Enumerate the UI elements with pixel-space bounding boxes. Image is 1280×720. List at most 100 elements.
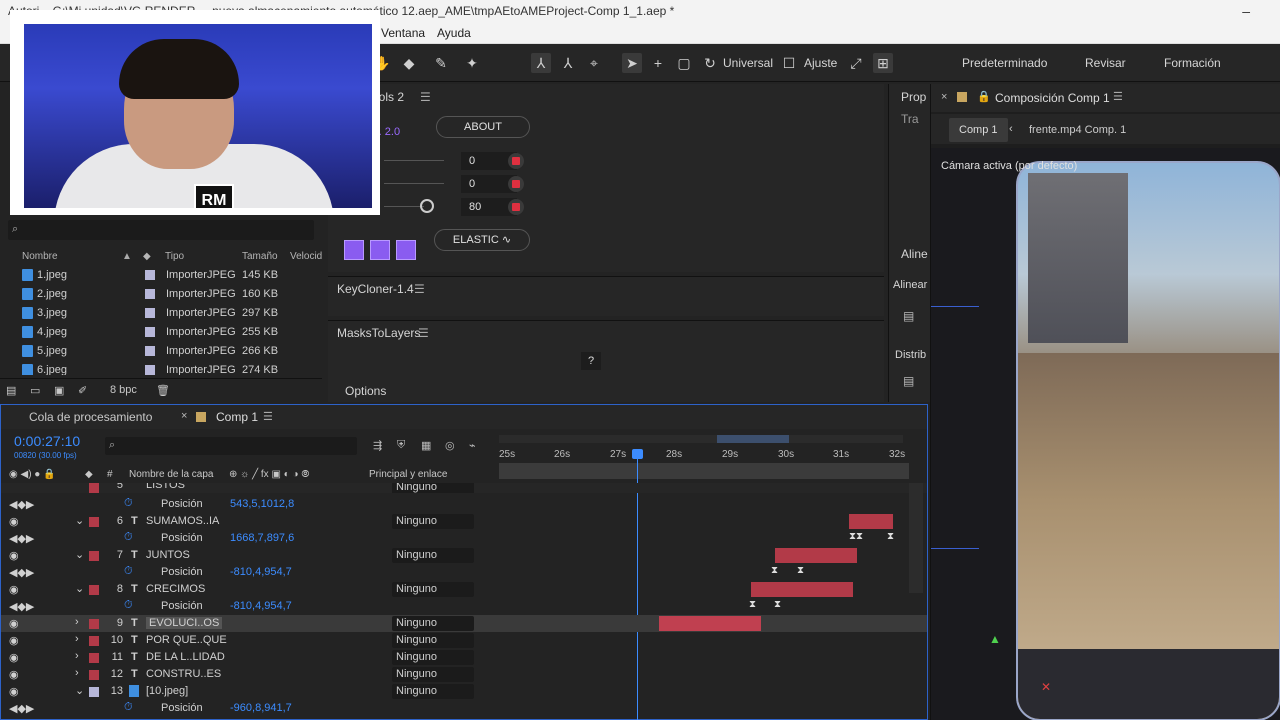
tab-comp1[interactable]: Comp 1 — [216, 410, 258, 424]
keyframe-icon[interactable]: ⧗⧗ — [849, 531, 863, 542]
project-item[interactable]: 2.jpeg ImporterJPEG 160 KB — [0, 285, 322, 304]
ajuste-label[interactable]: Ajuste — [804, 56, 837, 70]
align-icon[interactable]: ▤ — [903, 309, 914, 323]
parent-dropdown[interactable]: Ninguno — [392, 650, 474, 665]
col-name-header[interactable]: Nombre — [22, 251, 58, 262]
record-button-3[interactable] — [508, 199, 524, 215]
graph-editor-icon[interactable]: ⌁ — [469, 439, 476, 452]
menu-icon[interactable]: ☰ — [414, 282, 425, 296]
layer-row[interactable]: ◉ ⌄ 7 T JUNTOS Ninguno — [1, 547, 927, 564]
tab-render-queue[interactable]: Cola de procesamiento — [29, 410, 152, 424]
snap-icon[interactable]: ⤢ — [846, 53, 866, 73]
eye-icon[interactable]: ◉ — [9, 549, 19, 562]
chevron-down-icon[interactable]: ⌄ — [75, 514, 84, 527]
parent-header[interactable]: Principal y enlace — [369, 469, 447, 480]
property-row[interactable]: ◀◆▶ ⏱ Posición -810,4,954,7 ⧗ ⧗ — [1, 598, 927, 615]
adjust-icon[interactable]: ✐ — [78, 384, 87, 397]
options-label[interactable]: Options — [345, 384, 386, 398]
layer-label-color[interactable] — [89, 670, 99, 680]
label-color[interactable] — [145, 327, 155, 337]
layer-label-color[interactable] — [89, 483, 99, 493]
distribute-icon[interactable]: ▤ — [903, 374, 914, 388]
property-row[interactable]: ◀◆▶ ⏱ Posición 543,5,1012,8 — [1, 496, 927, 513]
layer-name[interactable]: EVOLUCI..OS — [146, 617, 223, 629]
workspace-formacion[interactable]: Formación — [1164, 56, 1221, 70]
eye-icon[interactable]: ◉ — [9, 515, 19, 528]
property-value[interactable]: 1668,7,897,6 — [230, 532, 294, 544]
project-item[interactable]: 5.jpeg ImporterJPEG 266 KB — [0, 342, 322, 361]
layer-label-color[interactable] — [89, 687, 99, 697]
chevron-down-icon[interactable]: ⌄ — [75, 684, 84, 697]
project-search-input[interactable]: ⌕ — [8, 220, 314, 240]
timeline-scrollbar[interactable] — [909, 483, 923, 593]
property-value[interactable]: -810,4,954,7 — [230, 566, 292, 578]
axis-world-icon[interactable]: ⅄ — [558, 53, 578, 73]
menu-icon[interactable]: ☰ — [1113, 90, 1123, 103]
parent-dropdown[interactable]: Ninguno — [392, 582, 474, 597]
parent-dropdown[interactable]: Ninguno — [392, 548, 474, 563]
col-type-header[interactable]: Tipo — [165, 251, 184, 262]
menu-icon[interactable]: ☰ — [263, 410, 273, 423]
keyframe-nav-icon[interactable]: ◀◆▶ — [9, 498, 34, 511]
workspace-predeterminado[interactable]: Predeterminado — [962, 56, 1047, 70]
new-comp-icon[interactable]: ▣ — [54, 384, 64, 397]
parent-dropdown[interactable]: Ninguno — [392, 616, 474, 631]
layer-name[interactable]: CRECIMOS — [146, 583, 205, 595]
chevron-right-icon[interactable]: › — [75, 650, 79, 662]
axis-view-icon[interactable]: ⌖ — [584, 53, 604, 73]
layer-label-color[interactable] — [89, 517, 99, 527]
record-button-2[interactable] — [508, 176, 524, 192]
comp-tab-title[interactable]: Composición Comp 1 — [995, 91, 1110, 105]
menu-ayuda[interactable]: Ayuda — [437, 26, 471, 40]
layer-label-color[interactable] — [89, 636, 99, 646]
layer-row-selected[interactable]: ◉ › 9 T EVOLUCI..OS Ninguno — [1, 615, 927, 632]
property-row[interactable]: ◀◆▶ ⏱ Posición 1668,7,897,6 ⧗⧗ ⧗ — [1, 530, 927, 547]
interpret-footage-icon[interactable]: ▤ — [6, 384, 16, 397]
layer-name-header[interactable]: Nombre de la capa — [129, 469, 214, 480]
layer-name[interactable]: [10.jpeg] — [146, 685, 188, 697]
col-speed-header[interactable]: Velocid — [290, 251, 322, 262]
draft-3d-icon[interactable]: ⛨ — [397, 439, 405, 452]
grid-snap-icon[interactable]: ⊞ — [873, 53, 893, 73]
eye-icon[interactable]: ◉ — [9, 668, 19, 681]
layer-name[interactable]: POR QUE..QUE — [146, 634, 227, 646]
sort-arrow-icon[interactable]: ▲ — [122, 251, 132, 262]
chevron-down-icon[interactable]: ⌄ — [75, 582, 84, 595]
chevron-right-icon[interactable]: › — [75, 616, 79, 628]
layer-bar[interactable] — [751, 582, 853, 597]
label-color[interactable] — [145, 308, 155, 318]
keyframe-icon[interactable]: ⧗ — [749, 599, 756, 610]
keyframe-icon[interactable]: ⧗ — [774, 599, 781, 610]
time-ruler[interactable] — [499, 463, 909, 479]
keyframe-icon[interactable]: ⧗ — [771, 565, 778, 576]
layer-name[interactable]: DE LA L..LIDAD — [146, 651, 225, 663]
minimize-icon[interactable]: – — [1242, 0, 1250, 22]
chevron-right-icon[interactable]: › — [75, 667, 79, 679]
label-color[interactable] — [145, 270, 155, 280]
parent-dropdown[interactable]: Ninguno — [392, 633, 474, 648]
move-icon[interactable]: + — [648, 53, 668, 73]
layer-name[interactable]: LISTOS — [146, 483, 185, 491]
label-tag-icon[interactable]: ◆ — [143, 251, 151, 262]
col-size-header[interactable]: Tamaño — [242, 251, 278, 262]
motion-blur-icon[interactable]: ◎ — [445, 439, 455, 452]
layer-row[interactable]: ◉ › 11 T DE LA L..LIDAD Ninguno — [1, 649, 927, 666]
aline-tab[interactable]: Aline — [901, 247, 928, 261]
switches-header-icons[interactable]: ⊕ ☼ ╱ fx ▣ ◐ ◑ ⦾ — [229, 469, 309, 480]
snap-checkbox-icon[interactable]: ☐ — [779, 53, 799, 73]
stopwatch-icon[interactable]: ⏱ — [124, 701, 133, 714]
layer-bar[interactable] — [775, 548, 857, 563]
project-item[interactable]: 3.jpeg ImporterJPEG 297 KB — [0, 304, 322, 323]
layer-row[interactable]: ◉ › 10 T POR QUE..QUE Ninguno — [1, 632, 927, 649]
subtab-comp1[interactable]: Comp 1 — [949, 118, 1008, 142]
menu-ventana[interactable]: Ventana — [381, 26, 425, 40]
project-item[interactable]: 4.jpeg ImporterJPEG 255 KB — [0, 323, 322, 342]
layer-row[interactable]: ◉ ⌄ 8 T CRECIMOS Ninguno — [1, 581, 927, 598]
frame-blending-icon[interactable]: ▦ — [421, 439, 431, 452]
chevron-left-icon[interactable]: ‹ — [1009, 123, 1013, 135]
stopwatch-icon[interactable]: ⏱ — [124, 497, 133, 510]
work-area-bar[interactable] — [499, 435, 903, 443]
about-button[interactable]: ABOUT — [436, 116, 530, 138]
menu-icon[interactable]: ☰ — [420, 90, 431, 104]
square-swatch-1[interactable] — [344, 240, 364, 260]
